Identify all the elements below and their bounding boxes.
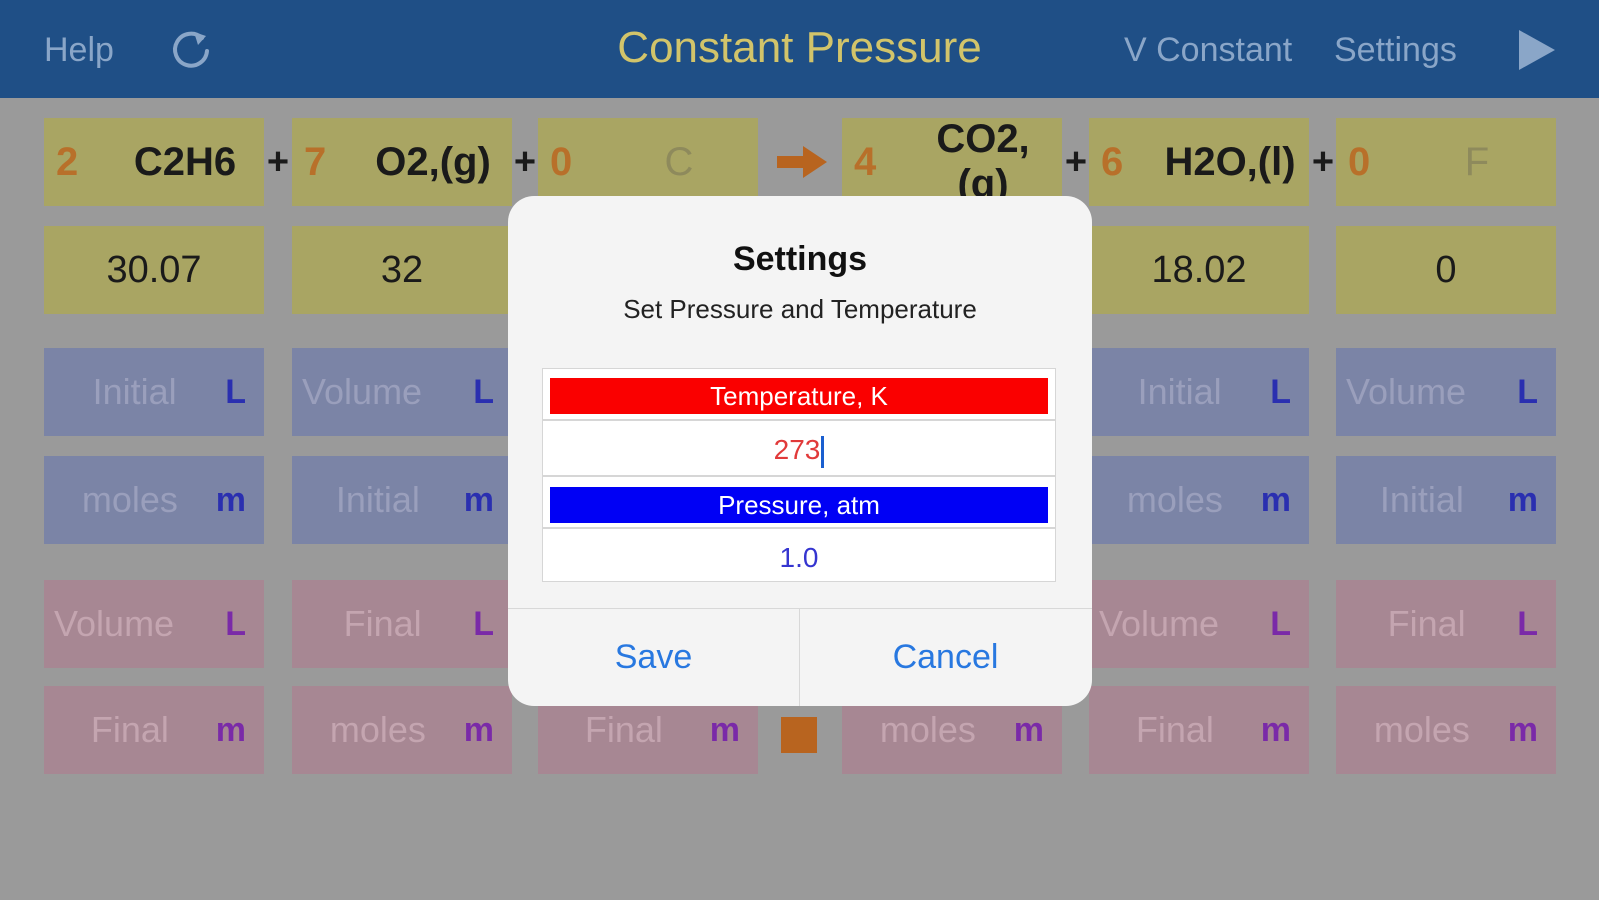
plus-sign: + (1311, 141, 1335, 183)
species-name: F (1464, 139, 1490, 184)
settings-dialog: Settings Set Pressure and Temperature Te… (508, 196, 1092, 706)
initial-moles-cell[interactable]: Initial m (1336, 456, 1556, 544)
unit-label: m (1507, 480, 1538, 519)
final-volume-cell[interactable]: Final L (1336, 580, 1556, 668)
settings-button[interactable]: Settings (1334, 30, 1457, 70)
product-1-cell[interactable]: 4 CO2,(g) (842, 117, 1062, 206)
save-button[interactable]: Save (508, 609, 799, 706)
reactant-1-cell[interactable]: 2 C2H6 (44, 118, 264, 206)
text-caret (821, 435, 825, 468)
species-name: C (664, 139, 694, 184)
v-constant-button[interactable]: V Constant (1124, 30, 1292, 70)
cell-label: moles (1126, 479, 1223, 520)
molar-mass-cell[interactable]: 0 (1336, 226, 1556, 314)
molar-mass-cell[interactable]: 32 (292, 226, 512, 314)
species-name: C2H6 (133, 139, 237, 184)
unit-label: L (1517, 372, 1538, 411)
species-name: CO2,(g) (936, 117, 1030, 206)
pressure-input[interactable]: 1.0 (542, 538, 1056, 578)
product-2-cell[interactable]: 6 H2O,(l) (1089, 118, 1309, 206)
coefficient: 4 (854, 139, 877, 184)
cell-label: Initial (335, 479, 420, 520)
molar-mass-cell[interactable]: 30.07 (44, 226, 264, 314)
reactant-3-cell[interactable]: 0 C (538, 118, 758, 206)
cell-label: moles (329, 709, 426, 750)
coefficient: 7 (304, 139, 327, 184)
cell-label: Final (343, 603, 422, 644)
final-volume-cell[interactable]: Final L (292, 580, 512, 668)
cell-label: Volume (302, 371, 423, 412)
cell-label: Initial (1379, 479, 1464, 520)
unit-label: m (1507, 710, 1538, 749)
pressure-label: Pressure, atm (550, 487, 1048, 523)
coefficient: 0 (550, 139, 573, 184)
unit-label: m (1260, 710, 1291, 749)
final-moles-cell[interactable]: Final m (44, 686, 264, 774)
cancel-button[interactable]: Cancel (800, 609, 1091, 706)
cell-label: moles (879, 709, 976, 750)
unit-label: L (225, 604, 246, 643)
final-volume-cell[interactable]: Volume L (1089, 580, 1309, 668)
plus-sign: + (1064, 141, 1088, 183)
play-icon[interactable] (1515, 28, 1557, 72)
initial-moles-cell[interactable]: moles m (1089, 456, 1309, 544)
cell-label: Final (1135, 709, 1214, 750)
temperature-input[interactable]: 273 (542, 430, 1056, 470)
product-3-cell[interactable]: 0 F (1336, 118, 1556, 206)
final-moles-cell[interactable]: moles m (1336, 686, 1556, 774)
initial-volume-cell[interactable]: Volume L (1336, 348, 1556, 436)
top-nav-bar: Help Constant Pressure V Constant Settin… (0, 0, 1599, 98)
cell-label: Final (584, 709, 663, 750)
unit-label: L (1270, 604, 1291, 643)
initial-moles-cell[interactable]: moles m (44, 456, 264, 544)
unit-label: m (1260, 480, 1291, 519)
unit-label: m (215, 480, 246, 519)
species-name: O2,(g) (375, 139, 491, 184)
stop-icon[interactable] (781, 717, 817, 753)
plus-sign: + (266, 141, 290, 183)
cell-label: Final (1387, 603, 1466, 644)
cell-label: moles (1373, 709, 1470, 750)
unit-label: L (473, 604, 494, 643)
unit-label: m (463, 480, 494, 519)
initial-volume-cell[interactable]: Initial L (1089, 348, 1309, 436)
initial-volume-cell[interactable]: Initial L (44, 348, 264, 436)
final-moles-cell[interactable]: moles m (292, 686, 512, 774)
initial-moles-cell[interactable]: Initial m (292, 456, 512, 544)
cell-label: Initial (1137, 371, 1222, 412)
final-moles-cell[interactable]: Final m (1089, 686, 1309, 774)
coefficient: 2 (56, 139, 79, 184)
final-volume-cell[interactable]: Volume L (44, 580, 264, 668)
plus-sign: + (513, 141, 537, 183)
cell-label: Initial (92, 371, 177, 412)
unit-label: L (1270, 372, 1291, 411)
species-name: H2O,(l) (1164, 139, 1296, 184)
unit-label: L (225, 372, 246, 411)
unit-label: m (1013, 710, 1044, 749)
dialog-subtitle: Set Pressure and Temperature (623, 294, 977, 324)
molar-mass-cell[interactable]: 18.02 (1089, 226, 1309, 314)
temperature-label: Temperature, K (550, 378, 1048, 414)
cell-label: Volume (1099, 603, 1220, 644)
cell-label: moles (81, 479, 178, 520)
dialog-title: Settings (732, 240, 868, 278)
cell-label: Volume (54, 603, 175, 644)
reactant-2-cell[interactable]: 7 O2,(g) (292, 118, 512, 206)
coefficient: 0 (1348, 139, 1371, 184)
unit-label: m (463, 710, 494, 749)
cell-label: Volume (1346, 371, 1467, 412)
unit-label: L (473, 372, 494, 411)
initial-volume-cell[interactable]: Volume L (292, 348, 512, 436)
temperature-value: 273 (773, 434, 821, 465)
coefficient: 6 (1101, 139, 1124, 184)
cell-label: Final (90, 709, 169, 750)
reaction-arrow-icon (777, 146, 827, 178)
unit-label: m (215, 710, 246, 749)
unit-label: m (709, 710, 740, 749)
unit-label: L (1517, 604, 1538, 643)
